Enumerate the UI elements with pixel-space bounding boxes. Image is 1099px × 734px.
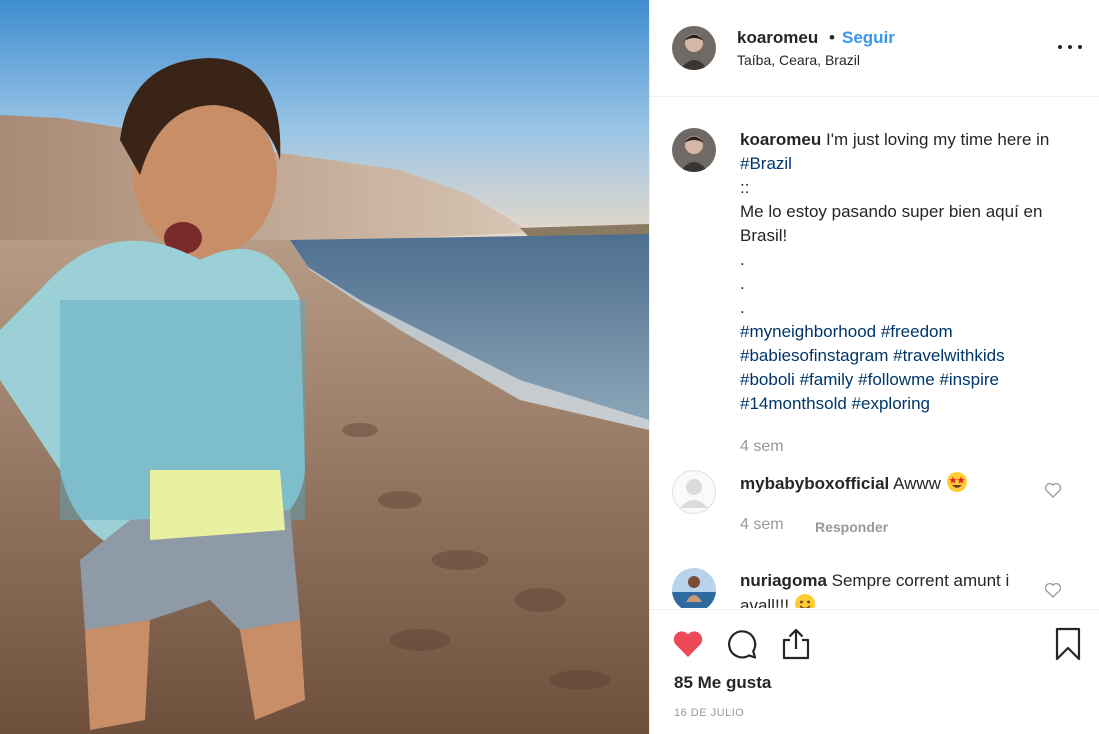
smiling-emoji: [794, 594, 815, 608]
like-comment-heart-icon[interactable]: [1044, 482, 1062, 498]
location-link[interactable]: Taíba, Ceara, Brazil: [737, 52, 860, 68]
hashtag-link[interactable]: #Brazil: [740, 154, 792, 173]
post-date[interactable]: 16 DE JULIO: [674, 707, 744, 719]
hashtag-link[interactable]: #boboli: [740, 370, 795, 389]
hashtag-link[interactable]: #babiesofinstagram: [740, 346, 888, 365]
comment-username[interactable]: nuriagoma: [740, 571, 827, 590]
caption-dot: .: [740, 274, 745, 293]
star-struck-emoji: [946, 472, 967, 492]
caption-timestamp[interactable]: 4 sem: [740, 438, 784, 456]
likes-count[interactable]: 85 Me gusta: [674, 673, 771, 693]
caption-username[interactable]: koaromeu: [740, 130, 821, 149]
caption-dot: .: [740, 250, 745, 269]
hashtag-link[interactable]: #followme: [858, 370, 935, 389]
like-heart-icon[interactable]: [670, 626, 706, 662]
comment-text: Awww: [893, 474, 941, 493]
post-header: koaromeu • Seguir Taíba, Ceara, Brazil: [650, 0, 1099, 97]
save-bookmark-icon[interactable]: [1050, 626, 1086, 662]
comment-icon[interactable]: [724, 626, 760, 662]
hashtag-link[interactable]: #freedom: [881, 322, 953, 341]
post-actions: 85 Me gusta 16 DE JULIO: [650, 609, 1099, 734]
comment-username[interactable]: mybabyboxofficial: [740, 474, 889, 493]
comments-section[interactable]: koaromeu I'm just loving my time here in…: [650, 98, 1099, 608]
follow-button[interactable]: Seguir: [842, 28, 895, 48]
caption-spanish-text: Me lo estoy pasando super bien aquí en B…: [740, 202, 1043, 245]
hashtag-link[interactable]: #myneighborhood: [740, 322, 876, 341]
caption: koaromeu I'm just loving my time here in…: [740, 128, 1070, 416]
more-options-icon[interactable]: [1055, 36, 1085, 58]
comment-timestamp[interactable]: 4 sem: [740, 516, 784, 534]
hashtag-link[interactable]: #travelwithkids: [893, 346, 1005, 365]
comment: mybabyboxofficial Awww: [740, 471, 1050, 496]
comment-avatar[interactable]: [672, 568, 716, 608]
hashtag-link[interactable]: #family: [800, 370, 854, 389]
hashtag-link[interactable]: #inspire: [939, 370, 999, 389]
comment: nuriagoma Sempre corrent amunt i avall!!…: [740, 569, 1050, 608]
like-comment-heart-icon[interactable]: [1044, 582, 1062, 598]
instagram-post: koaromeu • Seguir Taíba, Ceara, Brazil k…: [0, 0, 1099, 734]
caption-text: I'm just loving my time here in: [825, 130, 1050, 149]
reply-button[interactable]: Responder: [815, 519, 888, 535]
post-sidebar: koaromeu • Seguir Taíba, Ceara, Brazil k…: [649, 0, 1099, 734]
hashtag-link[interactable]: #exploring: [852, 394, 930, 413]
caption-separator: ::: [740, 178, 750, 197]
separator-dot: •: [829, 28, 835, 47]
post-photo[interactable]: [0, 0, 649, 734]
avatar[interactable]: [672, 26, 716, 70]
caption-dot: .: [740, 298, 745, 317]
share-icon[interactable]: [778, 626, 814, 662]
caption-avatar[interactable]: [672, 128, 716, 172]
hashtag-link[interactable]: #14monthsold: [740, 394, 847, 413]
username-link[interactable]: koaromeu: [737, 28, 818, 48]
comment-avatar[interactable]: [672, 470, 716, 514]
